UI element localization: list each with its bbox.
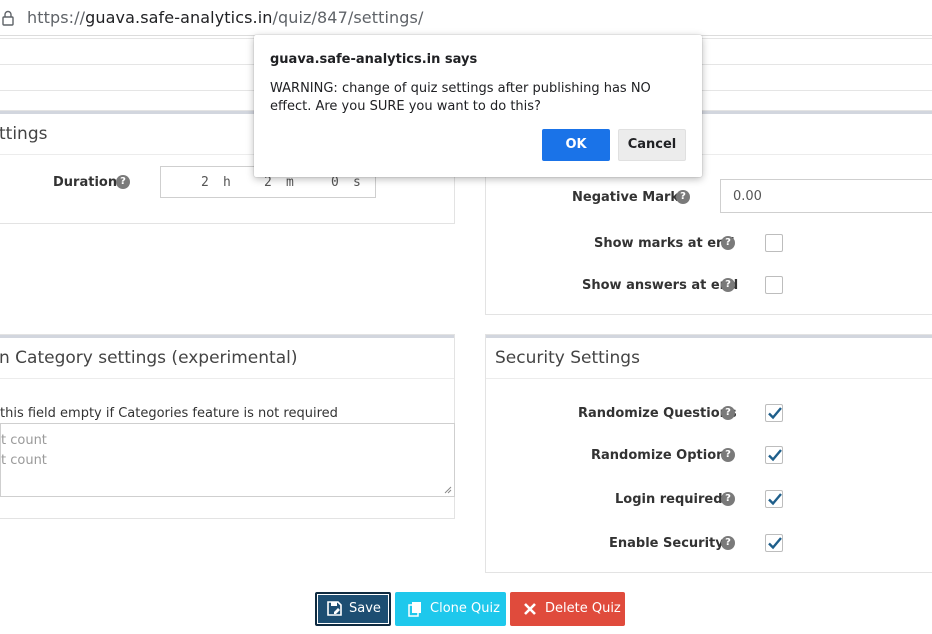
randomize-questions-label: Randomize Questions bbox=[578, 406, 737, 421]
checkmark-icon bbox=[768, 449, 782, 462]
help-icon[interactable]: ? bbox=[116, 175, 130, 189]
textarea-placeholder-line: t count bbox=[1, 433, 47, 448]
clone-icon bbox=[408, 602, 421, 617]
url-text: https://guava.safe-analytics.in/quiz/847… bbox=[27, 8, 424, 27]
checkmark-icon bbox=[768, 493, 782, 506]
lock-icon bbox=[2, 10, 14, 26]
help-icon[interactable]: ? bbox=[721, 536, 735, 550]
randomize-questions-checkbox[interactable] bbox=[765, 404, 783, 422]
help-icon[interactable]: ? bbox=[721, 406, 735, 420]
randomize-options-checkbox[interactable] bbox=[765, 446, 783, 464]
panel-header: Security Settings bbox=[486, 338, 932, 379]
negative-marks-input[interactable]: 0.00 bbox=[720, 179, 932, 213]
duration-label: Duration bbox=[53, 175, 118, 190]
address-bar[interactable]: https://guava.safe-analytics.in/quiz/847… bbox=[0, 0, 932, 36]
category-textarea[interactable]: t count t count bbox=[0, 423, 455, 497]
help-icon[interactable]: ? bbox=[721, 448, 735, 462]
category-hint: this field empty if Categories feature i… bbox=[0, 406, 338, 421]
help-icon[interactable]: ? bbox=[721, 278, 735, 292]
show-marks-label: Show marks at end bbox=[594, 236, 735, 251]
help-icon[interactable]: ? bbox=[721, 236, 735, 250]
confirm-dialog: guava.safe-analytics.in says WARNING: ch… bbox=[254, 35, 702, 177]
show-answers-checkbox[interactable] bbox=[765, 276, 783, 294]
checkmark-icon bbox=[768, 537, 782, 550]
panel-title: Security Settings bbox=[495, 348, 640, 368]
duration-minutes-unit: m bbox=[286, 175, 294, 190]
dialog-title: guava.safe-analytics.in says bbox=[270, 52, 478, 67]
duration-minutes[interactable]: 2 bbox=[264, 175, 272, 190]
clone-label: Clone Quiz bbox=[430, 601, 500, 616]
duration-hours-unit: h bbox=[223, 175, 231, 190]
clone-quiz-button[interactable]: Clone Quiz bbox=[395, 592, 506, 626]
delete-label: Delete Quiz bbox=[545, 601, 621, 616]
show-marks-checkbox[interactable] bbox=[765, 234, 783, 252]
duration-seconds-unit: s bbox=[353, 175, 361, 190]
save-label: Save bbox=[349, 601, 381, 616]
negative-marks-label: Negative Marks bbox=[572, 190, 687, 205]
randomize-options-label: Randomize Options bbox=[591, 448, 734, 463]
close-icon bbox=[524, 603, 536, 615]
ok-button[interactable]: OK bbox=[542, 129, 610, 161]
login-required-checkbox[interactable] bbox=[765, 490, 783, 508]
delete-quiz-button[interactable]: Delete Quiz bbox=[510, 592, 625, 626]
panel-title: n Category settings (experimental) bbox=[0, 348, 298, 368]
dialog-message: WARNING: change of quiz settings after p… bbox=[270, 81, 651, 114]
resize-grip-icon[interactable] bbox=[444, 486, 452, 494]
save-icon bbox=[327, 601, 342, 616]
checkmark-icon bbox=[768, 407, 782, 420]
cancel-button[interactable]: Cancel bbox=[618, 129, 686, 161]
enable-security-checkbox[interactable] bbox=[765, 534, 783, 552]
panel-title: ttings bbox=[0, 124, 48, 144]
enable-security-label: Enable Security? bbox=[609, 536, 732, 551]
help-icon[interactable]: ? bbox=[676, 190, 690, 204]
help-icon[interactable]: ? bbox=[721, 492, 735, 506]
panel-header: n Category settings (experimental) bbox=[0, 338, 454, 379]
textarea-placeholder-line: t count bbox=[1, 453, 47, 468]
login-required-label: Login required? bbox=[615, 492, 731, 507]
save-button[interactable]: Save bbox=[315, 592, 391, 626]
duration-seconds[interactable]: 0 bbox=[331, 175, 339, 190]
duration-hours[interactable]: 2 bbox=[201, 175, 209, 190]
show-answers-label: Show answers at end bbox=[582, 278, 739, 293]
